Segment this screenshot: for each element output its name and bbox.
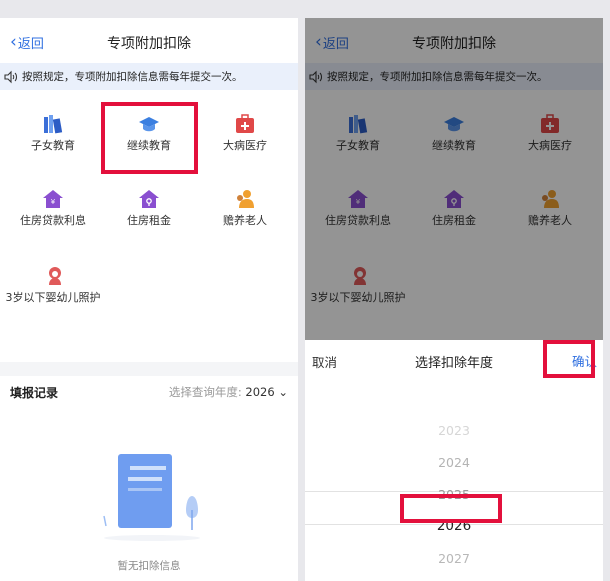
- item-serious-illness[interactable]: 大病医疗: [197, 104, 293, 170]
- highlight-box: [101, 102, 198, 174]
- year-option[interactable]: 2024: [305, 455, 603, 470]
- year-query-value: 2026: [245, 385, 275, 399]
- item-label: 子女教育: [31, 139, 75, 152]
- elderly-icon: [237, 190, 254, 208]
- year-query-label: 选择查询年度:: [168, 385, 242, 399]
- house-loan-icon: ¥: [43, 190, 63, 208]
- item-label: 赡养老人: [223, 214, 267, 227]
- medical-kit-icon: [236, 114, 254, 133]
- svg-text:¥: ¥: [51, 198, 56, 206]
- modal-overlay[interactable]: [305, 18, 603, 340]
- item-housing-loan[interactable]: ¥ 住房贷款利息: [5, 179, 101, 245]
- year-query-selector[interactable]: 选择查询年度: 2026 ⌄: [169, 384, 288, 400]
- item-elderly-support[interactable]: 赡养老人: [197, 179, 293, 245]
- year-option[interactable]: 2027: [305, 551, 603, 566]
- highlight-box: [400, 494, 502, 523]
- item-child-education[interactable]: 子女教育: [5, 104, 101, 170]
- empty-illustration-icon: [103, 454, 200, 541]
- year-picker-screen: ‹ 返回 专项附加扣除 按照规定，专项附加扣除信息需每年提交一次。 子女教育 继…: [305, 18, 603, 581]
- deduction-screen: ‹ 返回 专项附加扣除 按照规定，专项附加扣除信息需每年提交一次。 子女教育 继…: [0, 18, 298, 581]
- infant-icon: [49, 267, 61, 285]
- item-housing-rent[interactable]: 住房租金: [101, 179, 197, 245]
- item-label: 大病医疗: [223, 139, 267, 152]
- house-rent-icon: [139, 190, 159, 208]
- speaker-icon: [4, 70, 17, 83]
- item-label: 住房贷款利息: [20, 214, 86, 227]
- notice-text: 按照规定，专项附加扣除信息需每年提交一次。: [22, 71, 243, 83]
- notice-bar: 按照规定，专项附加扣除信息需每年提交一次。: [0, 63, 298, 90]
- records-title: 填报记录: [10, 386, 59, 400]
- books-icon: [44, 115, 63, 134]
- year-option[interactable]: 2023: [305, 423, 603, 438]
- section-divider: [0, 362, 298, 376]
- item-infant-care[interactable]: 3岁以下婴幼儿照护: [5, 256, 105, 336]
- records-header: 填报记录 选择查询年度: 2026 ⌄: [0, 378, 298, 406]
- chevron-down-icon: ⌄: [278, 385, 288, 399]
- highlight-box: [543, 340, 595, 378]
- item-label: 住房租金: [127, 214, 171, 227]
- empty-text: 暂无扣除信息: [117, 560, 181, 572]
- item-label: 3岁以下婴幼儿照护: [5, 291, 101, 304]
- page-title: 专项附加扣除: [107, 36, 191, 52]
